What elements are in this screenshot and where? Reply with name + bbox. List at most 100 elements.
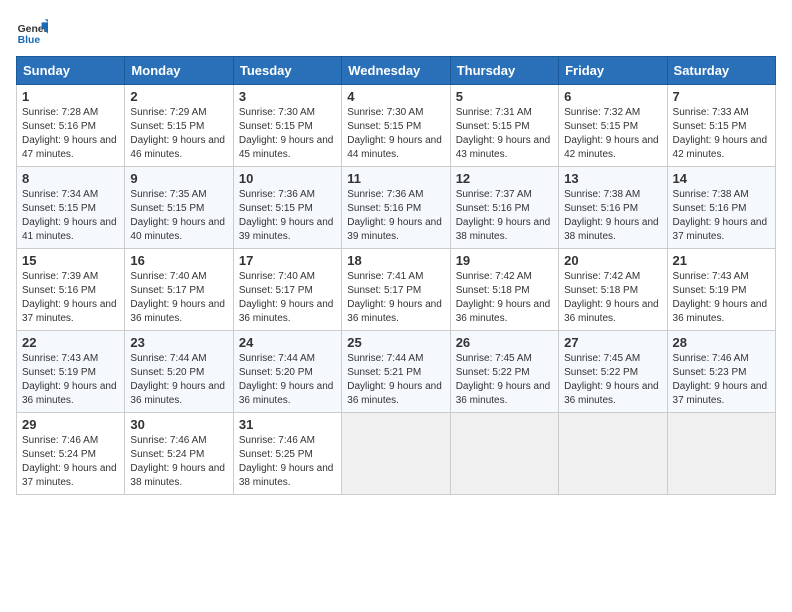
calendar-cell: 24Sunrise: 7:44 AM Sunset: 5:20 PM Dayli… — [233, 331, 341, 413]
day-number: 21 — [673, 253, 770, 268]
day-number: 7 — [673, 89, 770, 104]
day-number: 10 — [239, 171, 336, 186]
day-info: Sunrise: 7:42 AM Sunset: 5:18 PM Dayligh… — [564, 270, 661, 326]
calendar-cell: 17Sunrise: 7:40 AM Sunset: 5:17 PM Dayli… — [233, 249, 341, 331]
day-info: Sunrise: 7:45 AM Sunset: 5:22 PM Dayligh… — [456, 352, 553, 408]
day-number: 18 — [347, 253, 444, 268]
day-info: Sunrise: 7:42 AM Sunset: 5:18 PM Dayligh… — [456, 270, 553, 326]
calendar-cell — [342, 413, 450, 495]
day-number: 24 — [239, 335, 336, 350]
day-info: Sunrise: 7:38 AM Sunset: 5:16 PM Dayligh… — [564, 188, 661, 244]
calendar-week-row: 22 Sunrise: 7:43 AM Sunset: 5:19 PM Dayli… — [17, 331, 776, 413]
calendar-day-header: Tuesday — [233, 57, 341, 85]
calendar-cell — [450, 413, 558, 495]
day-number: 15 — [22, 253, 119, 268]
calendar-cell: 19 Sunrise: 7:42 AM Sunset: 5:18 PM Dayli… — [450, 249, 558, 331]
calendar-day-header: Sunday — [17, 57, 125, 85]
day-info: Sunrise: 7:35 AM Sunset: 5:15 PM Dayligh… — [130, 188, 227, 244]
calendar-cell: 29 Sunrise: 7:46 AM Sunset: 5:24 PM Dayli… — [17, 413, 125, 495]
day-number: 17 — [239, 253, 336, 268]
calendar-cell: 15 Sunrise: 7:39 AM Sunset: 5:16 PM Dayli… — [17, 249, 125, 331]
calendar-cell: 18 Sunrise: 7:41 AM Sunset: 5:17 PM Dayli… — [342, 249, 450, 331]
day-info: Sunrise: 7:46 AM Sunset: 5:24 PM Dayligh… — [130, 434, 227, 490]
day-number: 27 — [564, 335, 661, 350]
day-info: Sunrise: 7:33 AM Sunset: 5:15 PM Dayligh… — [673, 106, 770, 162]
day-info: Sunrise: 7:29 AM Sunset: 5:15 PM Dayligh… — [130, 106, 227, 162]
calendar-cell: 3 Sunrise: 7:30 AM Sunset: 5:15 PM Daylig… — [233, 85, 341, 167]
day-info: Sunrise: 7:41 AM Sunset: 5:17 PM Dayligh… — [347, 270, 444, 326]
day-number: 13 — [564, 171, 661, 186]
day-info: Sunrise: 7:28 AM Sunset: 5:16 PM Dayligh… — [22, 106, 119, 162]
calendar-cell: 8Sunrise: 7:34 AM Sunset: 5:15 PM Daylig… — [17, 167, 125, 249]
day-info: Sunrise: 7:46 AM Sunset: 5:23 PM Dayligh… — [673, 352, 770, 408]
calendar-cell: 26 Sunrise: 7:45 AM Sunset: 5:22 PM Dayli… — [450, 331, 558, 413]
calendar-day-header: Thursday — [450, 57, 558, 85]
calendar-cell: 25 Sunrise: 7:44 AM Sunset: 5:21 PM Dayli… — [342, 331, 450, 413]
calendar-cell: 20 Sunrise: 7:42 AM Sunset: 5:18 PM Dayli… — [559, 249, 667, 331]
calendar-cell: 21 Sunrise: 7:43 AM Sunset: 5:19 PM Dayli… — [667, 249, 775, 331]
svg-text:Blue: Blue — [18, 35, 41, 46]
calendar-cell — [667, 413, 775, 495]
day-info: Sunrise: 7:44 AM Sunset: 5:20 PM Dayligh… — [130, 352, 227, 408]
calendar-day-header: Monday — [125, 57, 233, 85]
calendar-cell: 16 Sunrise: 7:40 AM Sunset: 5:17 PM Dayli… — [125, 249, 233, 331]
day-info: Sunrise: 7:38 AM Sunset: 5:16 PM Dayligh… — [673, 188, 770, 244]
day-number: 30 — [130, 417, 227, 432]
calendar-week-row: 8Sunrise: 7:34 AM Sunset: 5:15 PM Daylig… — [17, 167, 776, 249]
day-info: Sunrise: 7:44 AM Sunset: 5:21 PM Dayligh… — [347, 352, 444, 408]
calendar-day-header: Wednesday — [342, 57, 450, 85]
day-number: 23 — [130, 335, 227, 350]
day-info: Sunrise: 7:43 AM Sunset: 5:19 PM Dayligh… — [673, 270, 770, 326]
calendar-cell: 23 Sunrise: 7:44 AM Sunset: 5:20 PM Dayli… — [125, 331, 233, 413]
day-number: 28 — [673, 335, 770, 350]
main-container: General Blue SundayMondayTuesdayWednesda… — [0, 0, 792, 505]
day-info: Sunrise: 7:30 AM Sunset: 5:15 PM Dayligh… — [239, 106, 336, 162]
day-number: 5 — [456, 89, 553, 104]
day-number: 19 — [456, 253, 553, 268]
day-info: Sunrise: 7:45 AM Sunset: 5:22 PM Dayligh… — [564, 352, 661, 408]
day-number: 9 — [130, 171, 227, 186]
calendar-cell: 31 Sunrise: 7:46 AM Sunset: 5:25 PM Dayli… — [233, 413, 341, 495]
day-number: 22 — [22, 335, 119, 350]
day-number: 14 — [673, 171, 770, 186]
calendar-table: SundayMondayTuesdayWednesdayThursdayFrid… — [16, 56, 776, 495]
day-info: Sunrise: 7:46 AM Sunset: 5:24 PM Dayligh… — [22, 434, 119, 490]
calendar-day-header: Friday — [559, 57, 667, 85]
day-number: 1 — [22, 89, 119, 104]
day-number: 2 — [130, 89, 227, 104]
calendar-cell: 6 Sunrise: 7:32 AM Sunset: 5:15 PM Daylig… — [559, 85, 667, 167]
calendar-cell: 27 Sunrise: 7:45 AM Sunset: 5:22 PM Dayli… — [559, 331, 667, 413]
day-info: Sunrise: 7:39 AM Sunset: 5:16 PM Dayligh… — [22, 270, 119, 326]
day-info: Sunrise: 7:40 AM Sunset: 5:17 PM Dayligh… — [130, 270, 227, 326]
day-number: 3 — [239, 89, 336, 104]
logo: General Blue — [16, 16, 48, 48]
calendar-cell: 11Sunrise: 7:36 AM Sunset: 5:16 PM Dayli… — [342, 167, 450, 249]
calendar-cell: 13 Sunrise: 7:38 AM Sunset: 5:16 PM Dayli… — [559, 167, 667, 249]
day-number: 20 — [564, 253, 661, 268]
day-info: Sunrise: 7:36 AM Sunset: 5:15 PM Dayligh… — [239, 188, 336, 244]
day-info: Sunrise: 7:34 AM Sunset: 5:15 PM Dayligh… — [22, 188, 119, 244]
day-number: 12 — [456, 171, 553, 186]
calendar-day-header: Saturday — [667, 57, 775, 85]
day-info: Sunrise: 7:43 AM Sunset: 5:19 PM Dayligh… — [22, 352, 119, 408]
day-number: 6 — [564, 89, 661, 104]
calendar-header-row: SundayMondayTuesdayWednesdayThursdayFrid… — [17, 57, 776, 85]
calendar-cell: 2 Sunrise: 7:29 AM Sunset: 5:15 PM Daylig… — [125, 85, 233, 167]
calendar-cell: 10 Sunrise: 7:36 AM Sunset: 5:15 PM Dayli… — [233, 167, 341, 249]
day-info: Sunrise: 7:46 AM Sunset: 5:25 PM Dayligh… — [239, 434, 336, 490]
day-info: Sunrise: 7:32 AM Sunset: 5:15 PM Dayligh… — [564, 106, 661, 162]
calendar-week-row: 1 Sunrise: 7:28 AM Sunset: 5:16 PM Daylig… — [17, 85, 776, 167]
calendar-cell — [559, 413, 667, 495]
day-number: 25 — [347, 335, 444, 350]
calendar-cell: 5Sunrise: 7:31 AM Sunset: 5:15 PM Daylig… — [450, 85, 558, 167]
calendar-cell: 12Sunrise: 7:37 AM Sunset: 5:16 PM Dayli… — [450, 167, 558, 249]
day-number: 26 — [456, 335, 553, 350]
calendar-cell: 1 Sunrise: 7:28 AM Sunset: 5:16 PM Daylig… — [17, 85, 125, 167]
day-info: Sunrise: 7:30 AM Sunset: 5:15 PM Dayligh… — [347, 106, 444, 162]
header: General Blue — [16, 16, 776, 48]
calendar-cell: 28 Sunrise: 7:46 AM Sunset: 5:23 PM Dayli… — [667, 331, 775, 413]
day-number: 31 — [239, 417, 336, 432]
day-number: 29 — [22, 417, 119, 432]
calendar-cell: 4Sunrise: 7:30 AM Sunset: 5:15 PM Daylig… — [342, 85, 450, 167]
day-number: 16 — [130, 253, 227, 268]
